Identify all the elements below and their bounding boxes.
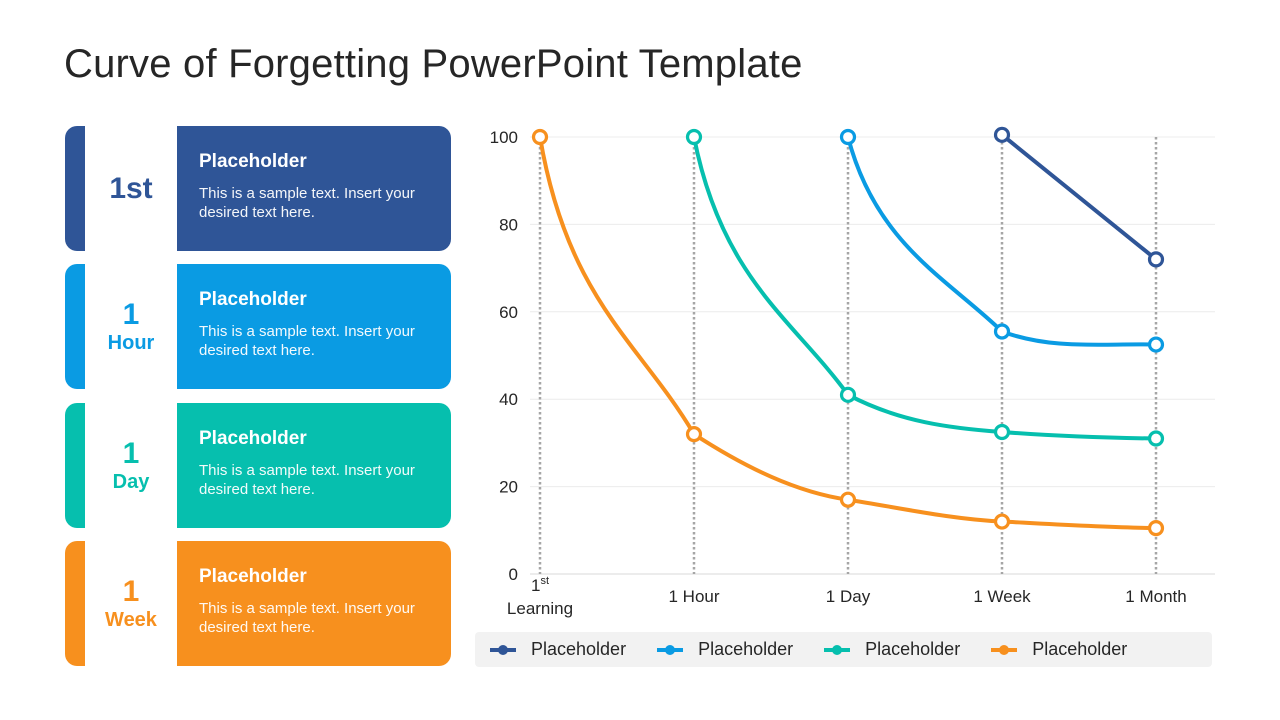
legend-item: Placeholder (489, 639, 626, 660)
legend-line-marker-icon (490, 644, 516, 655)
forgetting-curve-chart: 0 20 40 60 80 100 1st Learning 1 Hour 1 Day 1 Week… (490, 126, 1215, 618)
card-accent-bar (65, 126, 85, 251)
card-text: This is a sample text. Insert your desir… (199, 600, 415, 636)
card-body: Placeholder This is a sample text. Inser… (177, 403, 451, 528)
y-tick-label: 40 (499, 390, 518, 409)
data-point-marker (1147, 520, 1165, 537)
legend-line-marker-icon (657, 644, 684, 655)
y-tick-label: 20 (499, 478, 518, 497)
card-text: This is a sample text. Insert your desir… (199, 323, 415, 359)
legend-item: Placeholder (823, 639, 960, 660)
data-point-marker (993, 323, 1011, 340)
data-point-marker (1147, 251, 1165, 268)
card-heading: Placeholder (199, 289, 307, 310)
data-point-marker (993, 423, 1011, 441)
series-line (1000, 132, 1158, 262)
y-tick-label: 80 (499, 215, 518, 234)
card-1-day: 1 Day Placeholder This is a sample text.… (65, 403, 451, 528)
card-body: Placeholder This is a sample text. Inser… (177, 541, 451, 666)
data-point-marker (685, 128, 703, 146)
data-point-marker (993, 126, 1011, 143)
card-label: 1 Hour (85, 264, 177, 389)
card-label-number: 1 (122, 436, 140, 470)
series-line (692, 135, 1158, 441)
card-heading: Placeholder (199, 428, 307, 449)
data-point-marker (839, 386, 857, 403)
y-tick-label: 0 (509, 565, 518, 584)
legend-label: Placeholder (698, 639, 794, 659)
card-accent-bar (65, 264, 85, 389)
card-label: 1 Day (85, 403, 177, 528)
legend-line-marker-icon (991, 644, 1018, 655)
card-body: Placeholder This is a sample text. Inser… (177, 126, 451, 251)
data-point-marker (1147, 430, 1165, 447)
data-point-marker (993, 513, 1011, 530)
card-1-hour: 1 Hour Placeholder This is a sample text… (65, 264, 451, 389)
card-1-week: 1 Week Placeholder This is a sample text… (65, 541, 451, 666)
legend-item: Placeholder (656, 639, 793, 660)
x-tick-label: 1 Week (973, 587, 1031, 606)
y-tick-label: 60 (499, 303, 518, 322)
card-label-unit: Day (112, 470, 150, 493)
card-accent-bar (65, 403, 85, 528)
card-heading: Placeholder (199, 151, 307, 172)
data-point-marker (531, 128, 549, 146)
legend-label: Placeholder (1032, 639, 1128, 659)
card-heading: Placeholder (199, 566, 307, 587)
legend-label: Placeholder (531, 639, 627, 659)
card-label: 1st (85, 126, 177, 251)
data-point-marker (1147, 336, 1165, 353)
card-label-unit: Week (105, 608, 157, 631)
legend-label: Placeholder (865, 639, 961, 659)
card-body: Placeholder This is a sample text. Inser… (177, 264, 451, 389)
chart-legend: Placeholder Placeholder Placeholder Placeho… (475, 632, 1212, 667)
card-label-number: 1 (122, 574, 140, 608)
card-label-number: 1st (109, 171, 153, 205)
data-point-marker (839, 491, 857, 508)
x-tick-label: 1 Month (1125, 587, 1186, 606)
card-accent-bar (65, 541, 85, 666)
x-tick-label: 1 Hour (668, 587, 719, 606)
x-tick-label: 1st (531, 575, 549, 595)
data-point-marker (685, 426, 703, 443)
legend-line-marker-icon (824, 644, 851, 655)
slide-title: Curve of Forgetting PowerPoint Template (64, 42, 803, 86)
legend-item: Placeholder (990, 639, 1127, 660)
x-tick-label: 1 Day (826, 587, 871, 606)
card-label-number: 1 (122, 297, 140, 331)
card-text: This is a sample text. Insert your desir… (199, 462, 415, 498)
card-1st: 1st Placeholder This is a sample text. I… (65, 126, 451, 251)
data-point-marker (839, 128, 857, 146)
x-tick-label-line2: Learning (507, 599, 573, 618)
card-label-unit: Hour (107, 331, 155, 354)
card-label: 1 Week (85, 541, 177, 666)
y-tick-label: 100 (490, 128, 518, 147)
card-text: This is a sample text. Insert your desir… (199, 185, 415, 221)
